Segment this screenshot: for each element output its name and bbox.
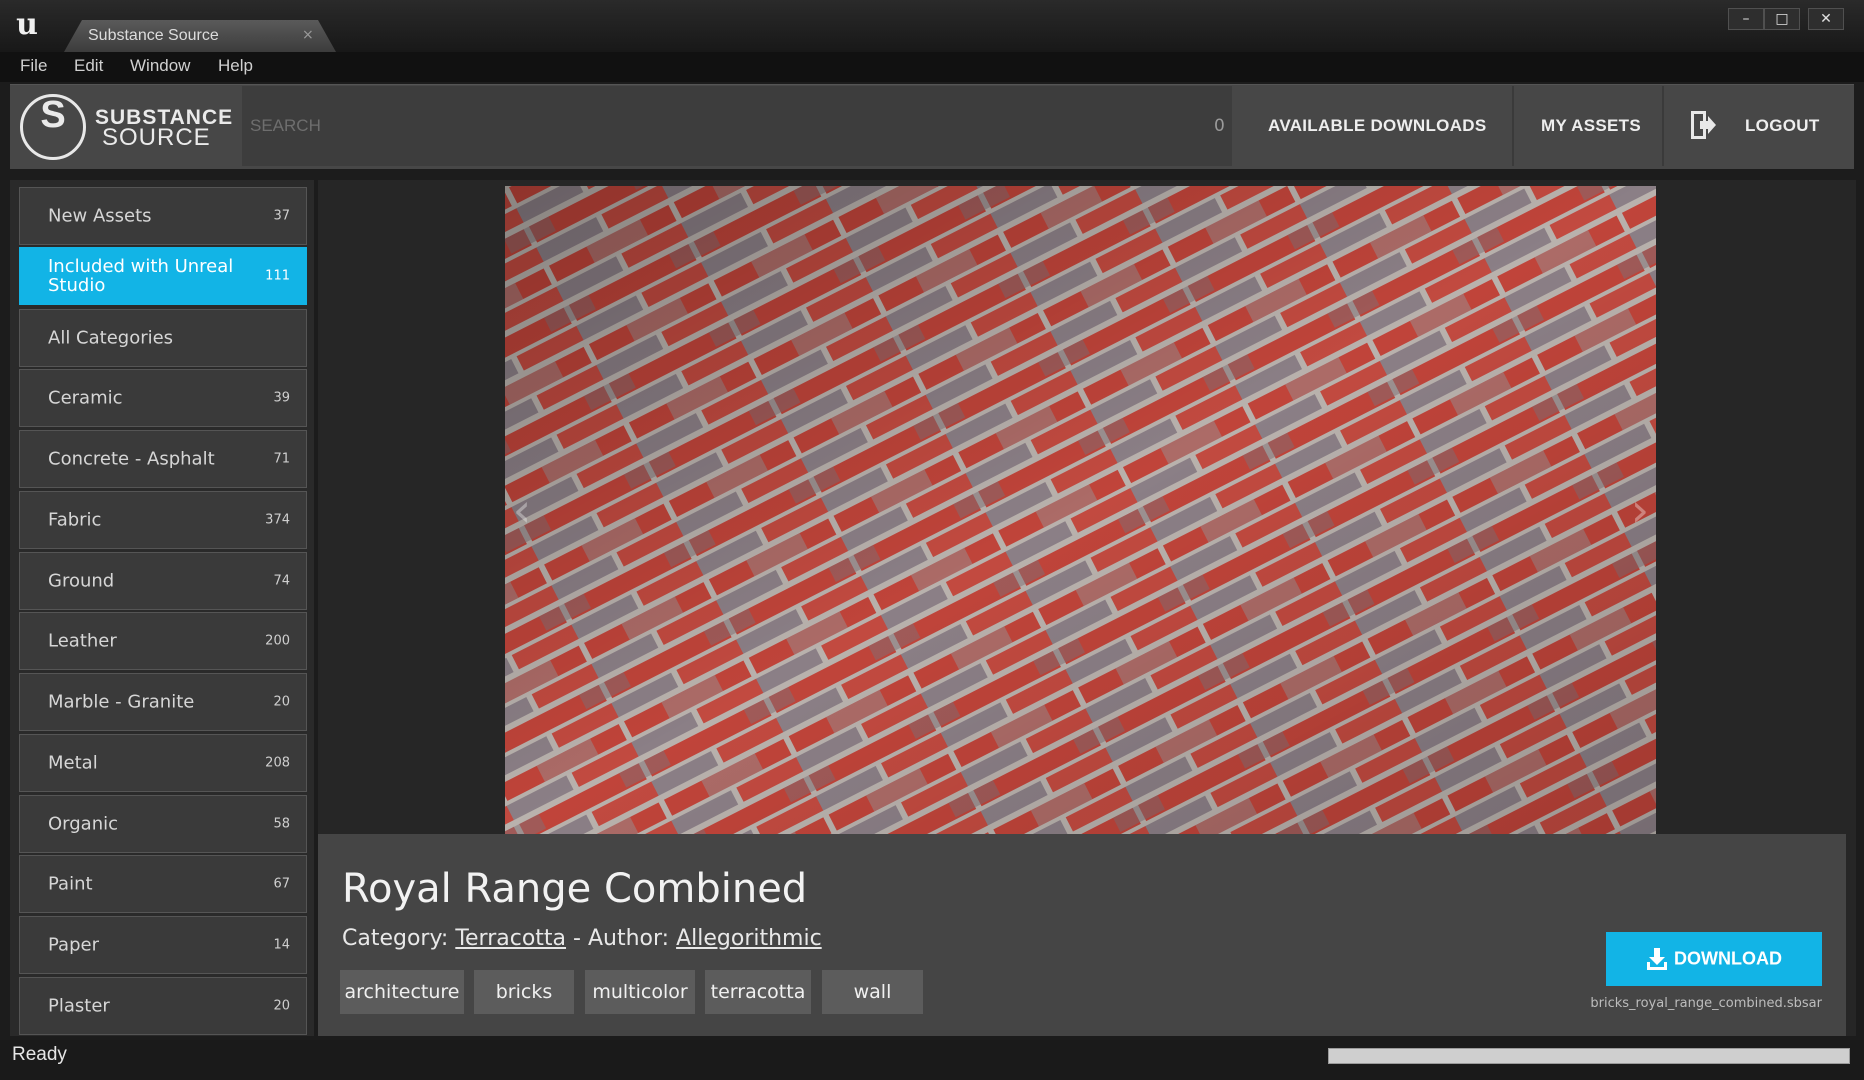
logo-letter: S	[40, 94, 66, 136]
sidebar-item-count: 20	[273, 998, 290, 1014]
sidebar-item-label: Concrete - Asphalt	[48, 448, 215, 470]
download-label: DOWNLOAD	[1674, 948, 1782, 969]
tag-wall[interactable]: wall	[822, 970, 923, 1014]
sidebar-item-label: Paint	[48, 873, 93, 895]
download-count: 0	[1214, 116, 1225, 136]
sidebar-item-organic[interactable]: Organic 58	[19, 795, 307, 853]
sidebar-item-new-assets[interactable]: New Assets 37	[19, 187, 307, 245]
close-button[interactable]: ✕	[1808, 8, 1844, 30]
previous-image-arrow[interactable]: ‹	[507, 480, 537, 540]
sidebar-item-count: 39	[273, 390, 290, 406]
sidebar-item-all-categories[interactable]: All Categories	[19, 309, 307, 367]
asset-preview-image	[505, 186, 1656, 834]
next-image-arrow[interactable]: ›	[1625, 480, 1655, 540]
sidebar-item-label: Fabric	[48, 509, 102, 531]
status-text: Ready	[12, 1044, 67, 1065]
sidebar-item-label: New Assets	[48, 205, 152, 227]
author-link[interactable]: Allegorithmic	[676, 926, 822, 951]
sidebar-item-label: Metal	[48, 752, 98, 774]
sidebar-item-count: 111	[265, 268, 290, 284]
sidebar-item-count: 67	[273, 876, 290, 892]
menu-file[interactable]: File	[20, 56, 47, 76]
tag-multicolor[interactable]: multicolor	[585, 970, 695, 1014]
sidebar-item-paint[interactable]: Paint 67	[19, 855, 307, 913]
sidebar-item-label: All Categories	[48, 327, 174, 349]
sidebar-item-count: 14	[273, 937, 290, 953]
sidebar-item-label: Leather	[48, 630, 117, 652]
sidebar-item-count: 71	[273, 451, 290, 467]
sidebar-item-metal[interactable]: Metal 208	[19, 734, 307, 792]
search-input[interactable]	[242, 86, 1232, 166]
sidebar-item-label: Plaster	[48, 995, 110, 1017]
sidebar-item-count: 200	[265, 633, 290, 649]
sidebar-item-count: 374	[265, 512, 290, 528]
sidebar-item-label: Included with Unreal Studio	[48, 256, 234, 296]
download-button[interactable]: DOWNLOAD	[1606, 932, 1822, 986]
sidebar-item-included-with-unreal-studio[interactable]: Included with Unreal Studio 111	[19, 247, 307, 305]
sidebar-item-count: 74	[273, 573, 290, 589]
menu-window[interactable]: Window	[130, 56, 190, 76]
category-label: Category:	[342, 926, 449, 951]
header-divider	[1512, 86, 1514, 166]
tab-title: Substance Source	[88, 27, 219, 44]
sidebar-item-paper[interactable]: Paper 14	[19, 916, 307, 974]
tag-terracotta[interactable]: terracotta	[705, 970, 811, 1014]
brick-texture-image	[505, 186, 1656, 834]
sidebar-item-count: 37	[273, 208, 290, 224]
asset-filename: bricks_royal_range_combined.sbsar	[1590, 996, 1822, 1011]
header-divider	[1662, 86, 1664, 166]
tag-bricks[interactable]: bricks	[474, 970, 574, 1014]
menu-help[interactable]: Help	[218, 56, 253, 76]
minimize-button[interactable]: –	[1728, 8, 1764, 30]
sidebar-item-label: Paper	[48, 934, 99, 956]
asset-meta: Category: Terracotta - Author: Allegorit…	[342, 926, 822, 951]
menu-edit[interactable]: Edit	[74, 56, 103, 76]
sidebar-item-concrete-asphalt[interactable]: Concrete - Asphalt 71	[19, 430, 307, 488]
sidebar-item-label: Ceramic	[48, 387, 123, 409]
sidebar-item-label: Organic	[48, 813, 119, 835]
sidebar-item-count: 58	[273, 816, 290, 832]
sidebar-item-ceramic[interactable]: Ceramic 39	[19, 369, 307, 427]
author-label: Author:	[587, 926, 670, 951]
sidebar-item-plaster[interactable]: Plaster 20	[19, 977, 307, 1035]
meta-separator: -	[573, 926, 581, 951]
brand-subname: SOURCE	[102, 124, 211, 151]
menu-bar	[0, 52, 1864, 82]
status-progress-bar	[1328, 1048, 1850, 1064]
sidebar-item-count: 208	[265, 755, 290, 771]
tab-close-icon[interactable]: ×	[302, 27, 314, 43]
logout-button[interactable]: LOGOUT	[1745, 116, 1820, 136]
sidebar-item-leather[interactable]: Leather 200	[19, 612, 307, 670]
tag-architecture[interactable]: architecture	[340, 970, 464, 1014]
sidebar-item-label: Marble - Granite	[48, 691, 195, 713]
unreal-logo-icon: u	[16, 7, 38, 42]
download-icon	[1647, 948, 1667, 970]
category-link[interactable]: Terracotta	[455, 926, 566, 951]
sidebar-item-fabric[interactable]: Fabric 374	[19, 491, 307, 549]
asset-title: Royal Range Combined	[342, 866, 808, 912]
available-downloads-button[interactable]: AVAILABLE DOWNLOADS	[1268, 116, 1487, 136]
logout-icon[interactable]	[1690, 110, 1716, 140]
sidebar-item-ground[interactable]: Ground 74	[19, 552, 307, 610]
sidebar-item-count: 20	[273, 694, 290, 710]
sidebar-item-label: Ground	[48, 570, 115, 592]
my-assets-button[interactable]: MY ASSETS	[1541, 116, 1641, 136]
maximize-button[interactable]: □	[1764, 8, 1800, 30]
sidebar-item-marble-granite[interactable]: Marble - Granite 20	[19, 673, 307, 731]
